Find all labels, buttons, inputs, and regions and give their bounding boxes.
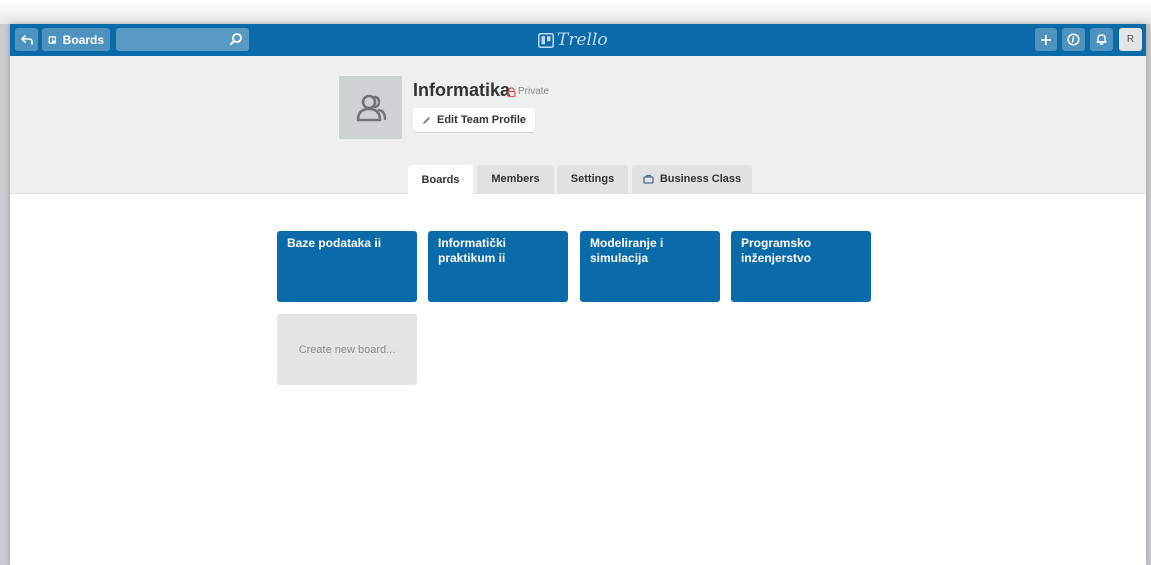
back-icon [20,34,33,45]
info-button[interactable] [1062,28,1085,51]
tab-boards-label: Boards [421,173,460,186]
top-header-bar: Boards Trello R [10,24,1146,56]
search-box[interactable] [116,28,249,51]
tab-settings[interactable]: Settings [557,165,628,193]
boards-icon [48,35,57,44]
tab-business-class-label: Business Class [659,173,742,185]
trello-logo-icon [538,32,554,48]
edit-team-profile-label: Edit Team Profile [437,114,527,126]
search-input[interactable] [116,28,238,51]
visibility-label: Private [518,86,550,97]
team-avatar [339,76,402,139]
team-name: Informatika [413,80,511,100]
avatar-initial: R [1126,34,1135,45]
add-button[interactable] [1035,28,1057,51]
board-tile[interactable]: Programsko inženjerstvo [731,231,871,302]
board-title: Modeliranje i simulacija [590,236,664,265]
team-people-icon [356,94,386,121]
tab-members[interactable]: Members [477,165,554,193]
search-icon[interactable] [229,32,243,46]
app-window: Boards Trello R Informatika Private Edit… [10,24,1146,565]
trello-logo-text: Trello [557,30,608,50]
edit-team-profile-button[interactable]: Edit Team Profile [413,108,536,132]
boards-button[interactable]: Boards [42,28,110,51]
create-new-board-label: Create new board... [298,343,396,356]
team-header: Informatika Private Edit Team Profile Bo… [10,56,1146,194]
lock-icon [507,86,516,97]
boards-button-label: Boards [62,32,104,47]
tab-members-label: Members [491,173,540,185]
back-button[interactable] [15,28,38,51]
board-title: Baze podataka ii [287,236,382,250]
member-avatar[interactable]: R [1119,28,1142,51]
board-title: Programsko inženjerstvo [741,236,812,265]
notifications-button[interactable] [1090,28,1113,51]
tab-settings-label: Settings [570,173,615,185]
board-tile[interactable]: Baze podataka ii [277,231,417,302]
briefcase-icon [643,174,654,184]
info-icon [1067,33,1080,46]
tab-boards[interactable]: Boards [408,165,473,194]
trello-logo[interactable]: Trello [538,30,608,50]
visibility-badge: Private [507,86,549,97]
add-icon [1041,34,1051,45]
bell-icon [1096,34,1107,45]
tab-business-class[interactable]: Business Class [632,165,752,193]
board-title: Informatički praktikum ii [438,236,507,265]
create-new-board-button[interactable]: Create new board... [277,314,417,385]
board-tile[interactable]: Informatički praktikum ii [428,231,568,302]
browser-frame-top [0,0,1151,24]
board-tile[interactable]: Modeliranje i simulacija [580,231,720,302]
pencil-icon [423,116,430,124]
